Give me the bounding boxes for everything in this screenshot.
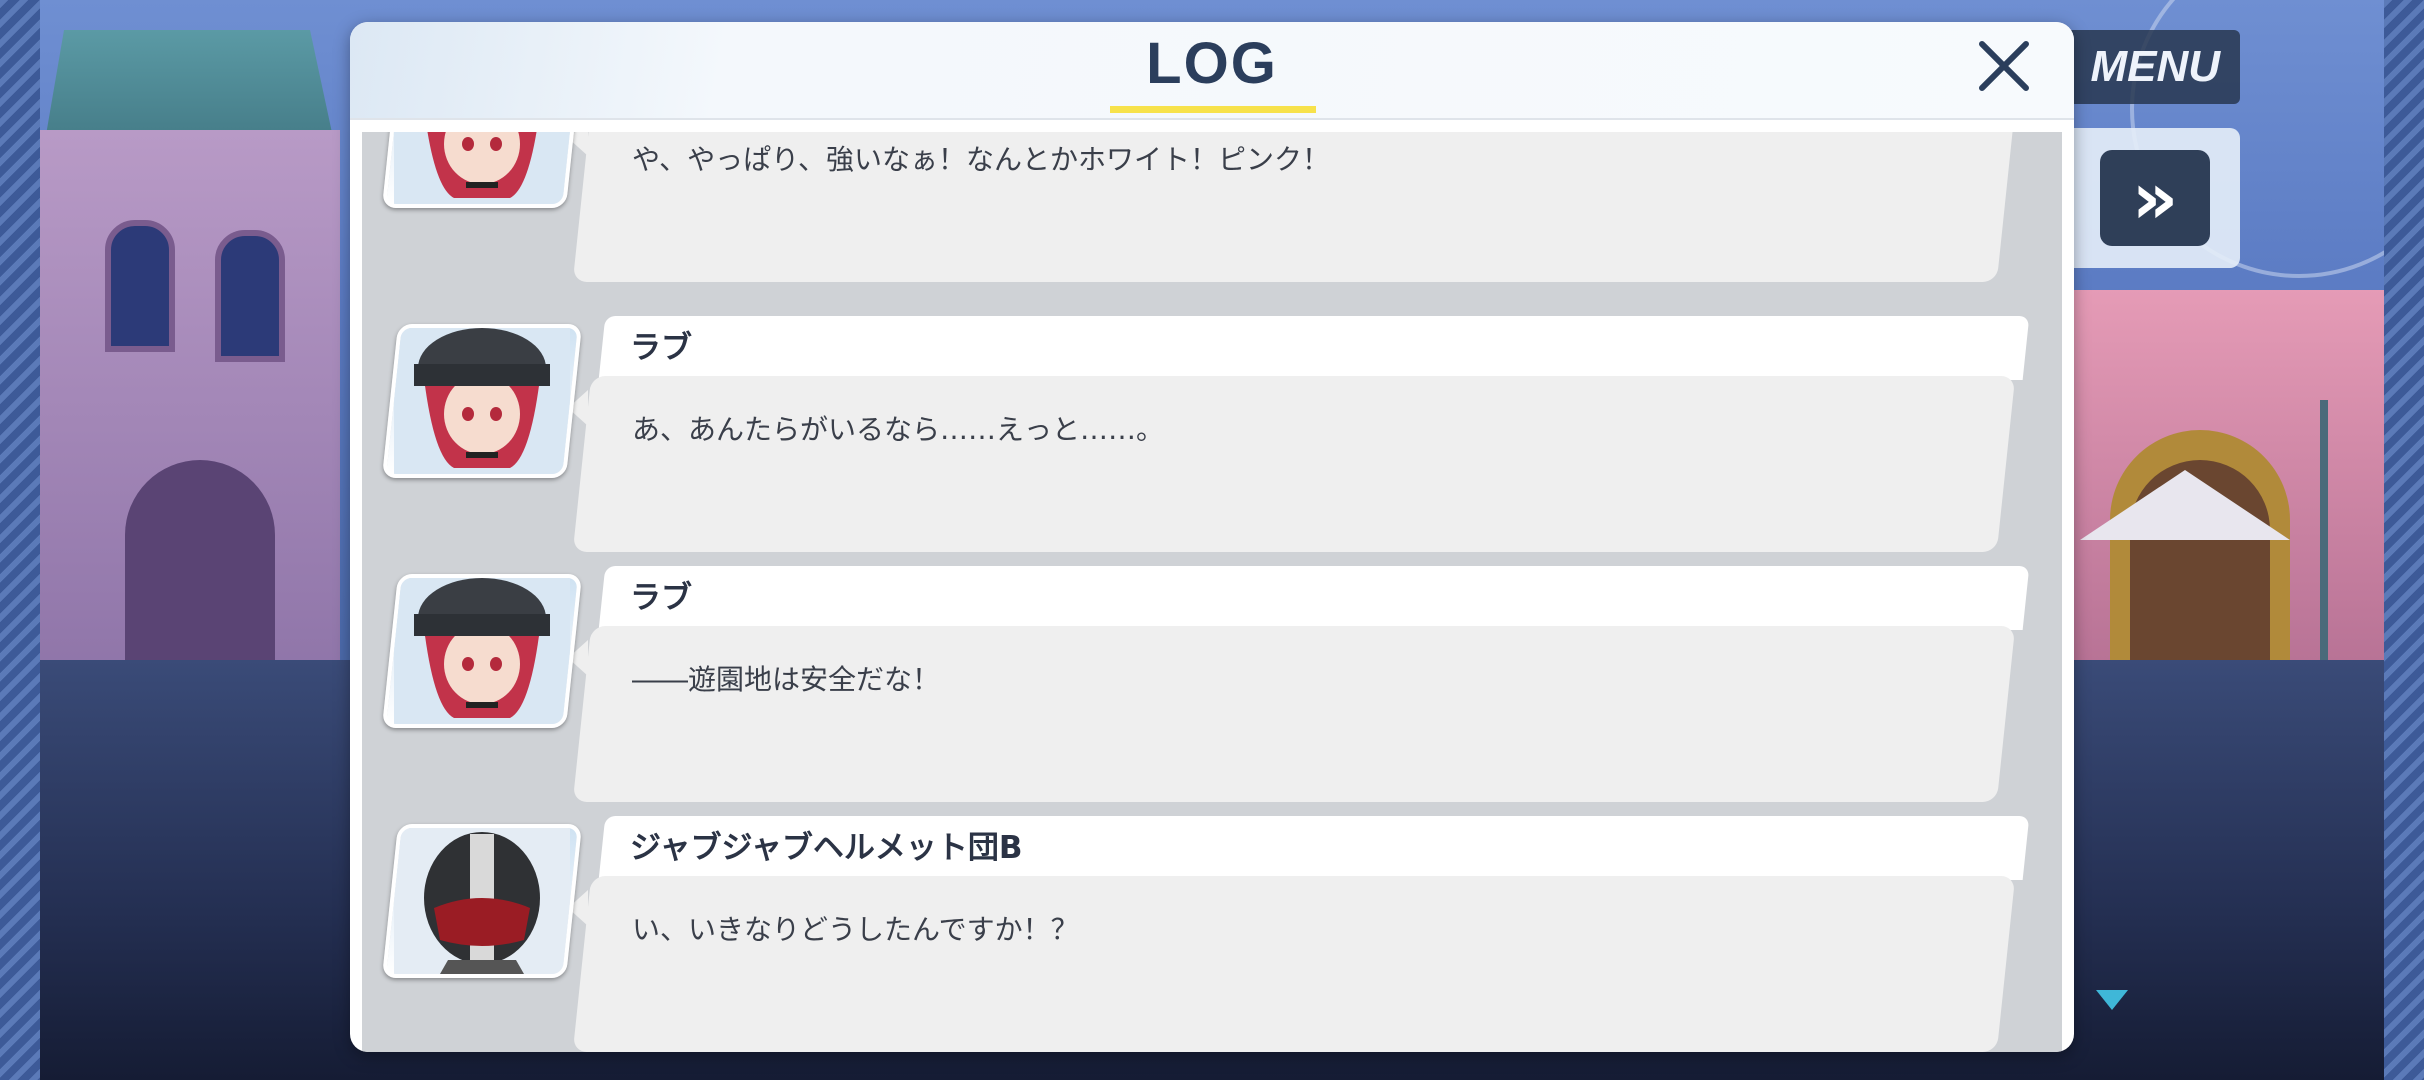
dialogue-text: ――遊園地は安全だな！ <box>632 663 941 696</box>
street-lamp <box>2320 400 2328 680</box>
speaker-name: ラブ <box>630 580 692 616</box>
log-entry: ラブ あ、あんたらがいるなら……えっと……。 <box>362 316 2062 564</box>
dialogue-text: や、やっぱり、強いなぁ！なんとかホワイト！ピンク！ <box>632 143 1331 176</box>
text-bubble <box>572 876 2016 1052</box>
next-indicator-icon <box>2096 990 2128 1010</box>
text-bubble <box>572 376 2016 552</box>
portrait-red-haired-girl <box>381 324 583 478</box>
dialogue-text: い、いきなりどうしたんですか！？ <box>632 913 1079 946</box>
close-icon <box>1979 41 2029 91</box>
fast-forward-button[interactable]: » <box>2100 150 2210 246</box>
portrait-red-haired-girl <box>381 574 583 728</box>
house-window <box>105 220 175 352</box>
left-border-stripe <box>0 0 40 1080</box>
speaker-name: ジャブジャブヘルメット団B <box>630 830 1023 866</box>
log-entry: や、やっぱり、強いなぁ！なんとかホワイト！ピンク！ <box>362 132 2062 294</box>
speaker-name: ラブ <box>630 330 692 366</box>
name-bar <box>598 316 2030 380</box>
right-border-stripe <box>2384 0 2424 1080</box>
house-window <box>215 230 285 362</box>
log-scroll-area[interactable]: や、やっぱり、強いなぁ！なんとかホワイト！ピンク！ ラブ あ、あんたらがいるなら… <box>362 132 2062 1052</box>
close-button[interactable] <box>1974 36 2034 96</box>
log-panel: LOG や、やっぱり、強いなぁ！なんとかホワイト！ピンク！ ラブ あ、あんたらが… <box>350 22 2074 1052</box>
log-header: LOG <box>350 22 2074 120</box>
log-entry: ラブ ――遊園地は安全だな！ <box>362 566 2062 814</box>
log-title: LOG <box>1146 31 1278 96</box>
menu-button[interactable]: MENU <box>2060 30 2240 104</box>
house-doorway <box>125 460 275 680</box>
text-bubble <box>572 626 2016 802</box>
portrait-red-haired-girl <box>381 132 583 208</box>
name-bar <box>598 566 2030 630</box>
title-underline <box>1110 106 1316 113</box>
log-entry: ジャブジャブヘルメット団B い、いきなりどうしたんですか！？ <box>362 816 2062 1052</box>
dialogue-text: あ、あんたらがいるなら……えっと……。 <box>632 413 1165 446</box>
portrait-helmet-grunt <box>381 824 583 978</box>
